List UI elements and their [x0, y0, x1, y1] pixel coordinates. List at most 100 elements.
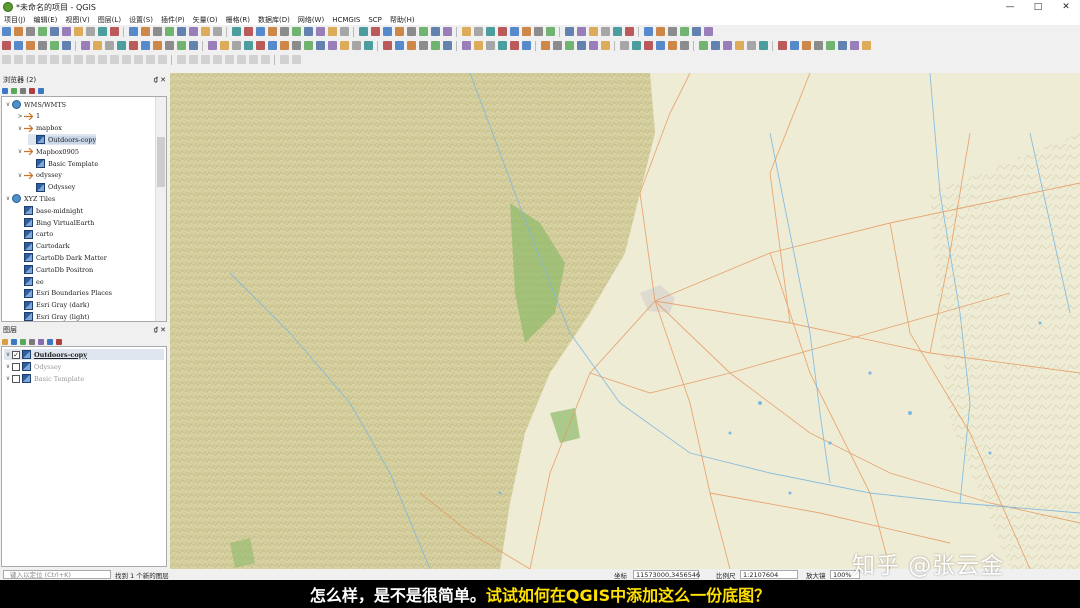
toolbar-tool-icon[interactable] — [722, 41, 732, 50]
browser-item[interactable]: CartoDb Positron — [16, 264, 93, 275]
toolbar-tool-icon[interactable] — [1, 55, 11, 64]
toolbar-tool-icon[interactable] — [600, 27, 610, 36]
toolbar-tool-icon[interactable] — [25, 41, 35, 50]
toolbar-tool-icon[interactable] — [267, 41, 277, 50]
layer-visibility-checkbox[interactable]: ✓ — [12, 350, 20, 359]
toolbar-tool-icon[interactable] — [801, 41, 811, 50]
toolbar-tool-icon[interactable] — [157, 55, 167, 64]
filter-legend-icon[interactable] — [29, 338, 35, 345]
toolbar-tool-icon[interactable] — [200, 55, 210, 64]
toolbar-tool-icon[interactable] — [61, 27, 71, 36]
toolbar-tool-icon[interactable] — [758, 41, 768, 50]
toolbar-tool-icon[interactable] — [164, 41, 174, 50]
browser-tree[interactable]: ∨ WMS/WMTS >1 ∨ mapbox Outdoors-copy ∨ Mapbox09… — [1, 96, 167, 322]
toolbar-tool-icon[interactable] — [837, 41, 847, 50]
toolbar-tool-icon[interactable] — [37, 55, 47, 64]
toolbar-tool-icon[interactable] — [231, 41, 241, 50]
toolbar-tool-icon[interactable] — [73, 55, 83, 64]
toolbar-tool-icon[interactable] — [789, 41, 799, 50]
toolbar-tool-icon[interactable] — [25, 27, 35, 36]
toolbar-tool-icon[interactable] — [260, 55, 270, 64]
toolbar-tool-icon[interactable] — [485, 27, 495, 36]
layer-visibility-checkbox[interactable] — [12, 362, 20, 371]
toolbar-tool-icon[interactable] — [13, 55, 23, 64]
toolbar-tool-icon[interactable] — [85, 55, 95, 64]
remove-layer-icon[interactable] — [56, 338, 62, 345]
toolbar-tool-icon[interactable] — [698, 41, 708, 50]
menu-plugins[interactable]: 插件(P) — [161, 15, 185, 25]
toolbar-tool-icon[interactable] — [152, 41, 162, 50]
toolbar-tool-icon[interactable] — [382, 27, 392, 36]
toolbar-tool-icon[interactable] — [212, 55, 222, 64]
toolbar-tool-icon[interactable] — [188, 27, 198, 36]
toolbar-tool-icon[interactable] — [624, 27, 634, 36]
toolbar-tool-icon[interactable] — [406, 27, 416, 36]
toolbar-tool-icon[interactable] — [267, 27, 277, 36]
browser-item[interactable]: Odyssey — [28, 182, 75, 193]
toolbar-tool-icon[interactable] — [588, 41, 598, 50]
browser-item[interactable]: ∨ Mapbox0905 — [16, 146, 79, 157]
maximize-button[interactable]: □ — [1024, 0, 1052, 14]
browser-item[interactable]: Esri Gray (dark) — [16, 300, 89, 311]
browser-item[interactable]: ∨ odyssey — [16, 170, 62, 181]
toolbar-tool-icon[interactable] — [140, 27, 150, 36]
browser-scrollbar[interactable] — [155, 97, 166, 321]
toolbar-tool-icon[interactable] — [279, 27, 289, 36]
toolbar-tool-icon[interactable] — [315, 41, 325, 50]
toolbar-tool-icon[interactable] — [128, 41, 138, 50]
toolbar-tool-icon[interactable] — [461, 27, 471, 36]
toolbar-tool-icon[interactable] — [133, 55, 143, 64]
coordinate-field[interactable]: 11573000,3456546 — [633, 570, 700, 579]
toolbar-tool-icon[interactable] — [643, 41, 653, 50]
toolbar-tool-icon[interactable] — [140, 41, 150, 50]
layer-visibility-checkbox[interactable] — [12, 374, 20, 383]
layer-item[interactable]: ∨ Basic Template — [4, 373, 164, 384]
chevron-down-icon[interactable]: ∨ — [4, 101, 12, 108]
toolbar-tool-icon[interactable] — [564, 41, 574, 50]
toolbar-tool-icon[interactable] — [279, 55, 289, 64]
toolbar-tool-icon[interactable] — [418, 41, 428, 50]
menu-scp[interactable]: SCP — [368, 16, 382, 24]
toolbar-tool-icon[interactable] — [303, 27, 313, 36]
collapse-all-icon[interactable] — [29, 87, 35, 94]
toolbar-tool-icon[interactable] — [327, 27, 337, 36]
toolbar-tool-icon[interactable] — [643, 27, 653, 36]
toolbar-tool-icon[interactable] — [25, 55, 35, 64]
toolbar-tool-icon[interactable] — [564, 27, 574, 36]
toolbar-tool-icon[interactable] — [576, 41, 586, 50]
toolbar-tool-icon[interactable] — [121, 55, 131, 64]
toolbar-tool-icon[interactable] — [710, 41, 720, 50]
add-group-icon[interactable] — [11, 338, 17, 345]
toolbar-tool-icon[interactable] — [231, 27, 241, 36]
browser-item[interactable]: Esri Gray (light) — [16, 311, 89, 321]
toolbar-tool-icon[interactable] — [667, 27, 677, 36]
menu-project[interactable]: 项目(J) — [4, 15, 26, 25]
toolbar-tool-icon[interactable] — [509, 27, 519, 36]
browser-item[interactable]: ∨ XYZ Tiles — [4, 193, 55, 204]
toolbar-tool-icon[interactable] — [734, 41, 744, 50]
toolbar-tool-icon[interactable] — [236, 55, 246, 64]
toolbar-tool-icon[interactable] — [92, 41, 102, 50]
toolbar-tool-icon[interactable] — [13, 41, 23, 50]
toolbar-tool-icon[interactable] — [97, 55, 107, 64]
toolbar-tool-icon[interactable] — [104, 41, 114, 50]
toolbar-tool-icon[interactable] — [473, 41, 483, 50]
toolbar-tool-icon[interactable] — [521, 27, 531, 36]
toolbar-tool-icon[interactable] — [777, 41, 787, 50]
toolbar-tool-icon[interactable] — [600, 41, 610, 50]
close-button[interactable]: ✕ — [1052, 0, 1080, 14]
toolbar-tool-icon[interactable] — [248, 55, 258, 64]
toolbar-tool-icon[interactable] — [418, 27, 428, 36]
browser-item[interactable]: Outdoors-copy — [28, 134, 97, 146]
toolbar-tool-icon[interactable] — [339, 41, 349, 50]
toolbar-tool-icon[interactable] — [612, 27, 622, 36]
toolbar-tool-icon[interactable] — [255, 41, 265, 50]
map-canvas[interactable] — [170, 73, 1080, 569]
chevron-down-icon[interactable]: ∨ — [4, 363, 12, 370]
toolbar-tool-icon[interactable] — [73, 27, 83, 36]
toolbar-tool-icon[interactable] — [49, 41, 59, 50]
toolbar-tool-icon[interactable] — [13, 27, 23, 36]
toolbar-tool-icon[interactable] — [351, 41, 361, 50]
toolbar-tool-icon[interactable] — [255, 27, 265, 36]
toolbar-tool-icon[interactable] — [37, 41, 47, 50]
